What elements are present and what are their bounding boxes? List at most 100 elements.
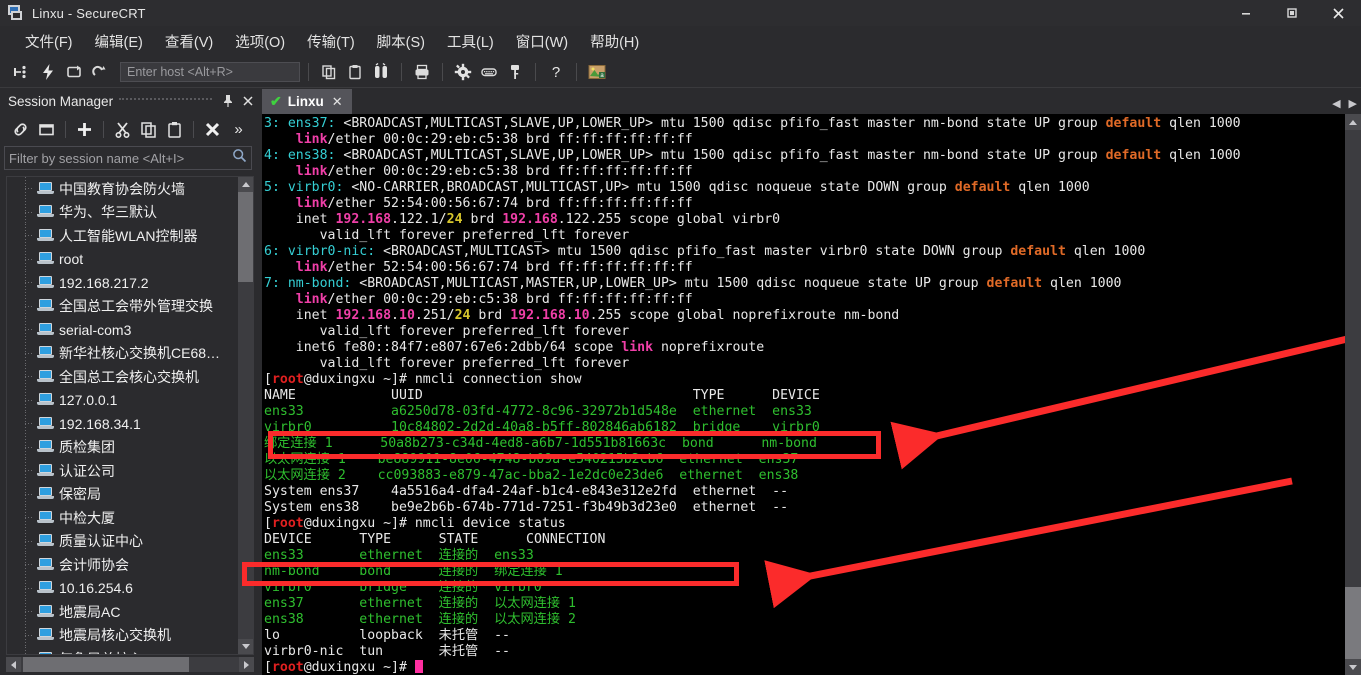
session-computer-icon <box>37 510 54 525</box>
session-list-item[interactable]: 新华社核心交换机CE68… <box>7 341 253 366</box>
session-list-item[interactable]: root <box>7 247 253 272</box>
tab-linxu[interactable]: ✔ Linxu ✕ <box>262 89 352 114</box>
session-item-label: 全国总工会核心交换机 <box>59 368 199 385</box>
close-button[interactable] <box>1315 0 1361 26</box>
terminal-scroll-down-button[interactable] <box>1345 659 1361 675</box>
session-filter-field[interactable]: Filter by session name <Alt+I> <box>4 146 252 170</box>
terminal-line: ens33 a6250d78-03fd-4772-8c96-32972b1d54… <box>264 404 1345 420</box>
maximize-button[interactable] <box>1269 0 1315 26</box>
menu-file[interactable]: 文件(F) <box>14 28 84 55</box>
session-list-item[interactable]: 127.0.0.1 <box>7 388 253 413</box>
session-list-item[interactable]: 气象局总核心 <box>7 647 253 654</box>
session-item-label: 质量认证中心 <box>59 533 143 550</box>
paste-icon[interactable] <box>162 117 187 141</box>
terminal-segment: ens37 ethernet 连接的 以太网连接 1 <box>264 596 576 611</box>
session-list-item[interactable]: 192.168.217.2 <box>7 271 253 295</box>
menu-window[interactable]: 窗口(W) <box>505 28 579 55</box>
image-icon[interactable]: a <box>585 60 609 84</box>
pin-icon[interactable] <box>218 90 238 112</box>
quick-connect-icon[interactable] <box>36 60 60 84</box>
close-panel-icon[interactable] <box>238 90 258 112</box>
session-list-item[interactable]: 地震局AC <box>7 600 253 624</box>
menu-options[interactable]: 选项(O) <box>224 28 296 55</box>
terminal-segment: 10 <box>399 308 415 323</box>
session-list-item[interactable]: 人工智能WLAN控制器 <box>7 224 253 248</box>
menu-script[interactable]: 脚本(S) <box>366 28 436 55</box>
terminal-segment: /ether 00:0c:29:eb:c5:38 brd ff:ff:ff:ff… <box>327 164 693 179</box>
scroll-right-button[interactable] <box>239 657 254 672</box>
terminal-vscrollbar[interactable] <box>1345 114 1361 675</box>
session-list-item[interactable]: 地震局核心交换机 <box>7 623 253 648</box>
terminal-output[interactable]: 3: ens37: <BROADCAST,MULTICAST,SLAVE,UP,… <box>262 114 1361 675</box>
reconnect-icon[interactable] <box>62 60 86 84</box>
terminal-cursor <box>414 660 423 673</box>
tab-label: Linxu <box>287 94 324 109</box>
terminal-segment: default <box>954 180 1011 195</box>
link-icon[interactable] <box>8 117 33 141</box>
add-icon[interactable] <box>72 117 97 141</box>
session-list-item[interactable]: 中检大厦 <box>7 506 253 530</box>
session-list-item[interactable]: 全国总工会带外管理交换 <box>7 294 253 319</box>
menu-view[interactable]: 查看(V) <box>154 28 224 55</box>
session-list-item[interactable]: 华为、华三默认 <box>7 200 253 225</box>
session-item-label: 10.16.254.6 <box>59 580 133 597</box>
delete-icon[interactable] <box>200 117 225 141</box>
session-item-label: 气象局总核心 <box>59 649 143 654</box>
window-icon[interactable] <box>34 117 59 141</box>
scroll-thumb-horizontal[interactable] <box>23 657 189 672</box>
terminal-segment: 以太网连接 2 cc093883-e879-47ac-bba2-1e2dc0e2… <box>264 468 799 483</box>
minimize-button[interactable] <box>1223 0 1269 26</box>
host-input[interactable]: Enter host <Alt+R> <box>120 61 300 82</box>
session-list-item[interactable]: serial-com3 <box>7 318 253 342</box>
session-list-item[interactable]: 192.168.34.1 <box>7 412 253 436</box>
settings-gear-icon[interactable] <box>451 60 475 84</box>
menu-transfer[interactable]: 传输(T) <box>296 28 366 55</box>
terminal-scroll-thumb[interactable] <box>1345 587 1361 659</box>
session-computer-icon <box>37 393 54 407</box>
menu-edit[interactable]: 编辑(E) <box>84 28 154 55</box>
session-list-item[interactable]: 10.16.254.6 <box>7 576 253 601</box>
toolbar-separator <box>308 62 309 81</box>
print-icon[interactable] <box>410 60 434 84</box>
find-icon[interactable] <box>369 60 393 84</box>
session-list-item[interactable]: 质检集团 <box>7 435 253 460</box>
terminal-segment: <BROADCAST,MULTICAST,SLAVE,UP,LOWER_UP> … <box>343 116 1106 131</box>
terminal-segment: ens33 a6250d78-03fd-4772-8c96-32972b1d54… <box>264 404 812 419</box>
session-list-item[interactable]: 中国教育协会防火墙 <box>7 177 253 201</box>
session-list-hscrollbar[interactable] <box>6 657 254 672</box>
keymap-editor-icon[interactable] <box>477 60 501 84</box>
tab-prev-icon[interactable]: ◀ <box>1332 97 1340 110</box>
scroll-up-button[interactable] <box>238 177 253 192</box>
session-list[interactable]: 中国教育协会防火墙 华为、华三默认 人工智能WLAN控制器 root 192.168.2… <box>6 176 254 655</box>
help-icon[interactable]: ? <box>544 60 568 84</box>
key-icon[interactable] <box>503 60 527 84</box>
session-computer-icon <box>37 557 54 572</box>
session-list-item[interactable]: 质量认证中心 <box>7 529 253 554</box>
scroll-left-button[interactable] <box>6 657 21 672</box>
terminal-segment: <BROADCAST,MULTICAST> mtu 1500 qdisc pfi… <box>383 244 1011 259</box>
session-list-item[interactable]: 全国总工会核心交换机 <box>7 365 253 389</box>
session-list-item[interactable]: 会计师协会 <box>7 553 253 577</box>
scroll-thumb[interactable] <box>238 192 253 282</box>
copy-icon[interactable] <box>317 60 341 84</box>
new-session-icon[interactable] <box>10 60 34 84</box>
cut-icon[interactable] <box>110 117 135 141</box>
scroll-down-button[interactable] <box>238 639 253 654</box>
menu-help[interactable]: 帮助(H) <box>579 28 650 55</box>
paste-icon[interactable] <box>343 60 367 84</box>
tab-close-icon[interactable]: ✕ <box>332 94 343 110</box>
menu-tools[interactable]: 工具(L) <box>436 28 505 55</box>
terminal-segment <box>264 196 296 211</box>
terminal-scroll-up-button[interactable] <box>1345 114 1361 130</box>
tab-next-icon[interactable]: ▶ <box>1349 97 1357 110</box>
terminal-segment <box>264 164 296 179</box>
terminal-segment: qlen 1000 <box>1161 116 1241 131</box>
search-icon[interactable] <box>232 148 247 168</box>
drag-handle[interactable] <box>119 98 212 104</box>
overflow-icon[interactable]: » <box>226 117 251 141</box>
session-list-item[interactable]: 认证公司 <box>7 459 253 483</box>
terminal-segment: 6: virbr0-nic: <box>264 244 384 259</box>
reconnect-all-icon[interactable] <box>88 60 112 84</box>
session-list-item[interactable]: 保密局 <box>7 482 253 507</box>
copy-icon[interactable] <box>136 117 161 141</box>
